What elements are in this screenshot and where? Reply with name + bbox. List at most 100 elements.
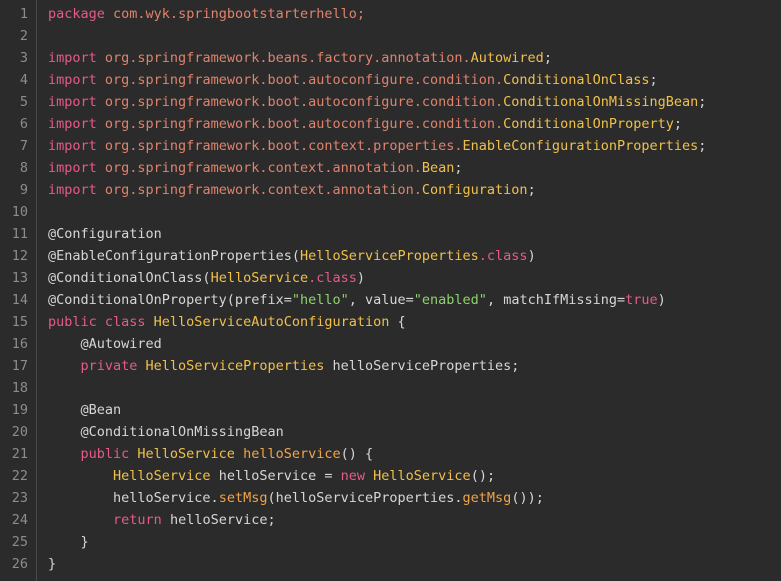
code-token: import: [48, 94, 97, 110]
code-token: helloService.: [48, 490, 219, 506]
code-token: springbootstarterhello;: [178, 6, 365, 22]
code-token: @Autowired: [48, 336, 162, 352]
code-text: import org.springframework.boot.autoconf…: [28, 91, 781, 113]
code-token: org.springframework.context.annotation.: [96, 160, 422, 176]
code-editor[interactable]: 1 package com.wyk.springbootstarterhello;…: [0, 0, 781, 581]
code-token: HelloService: [210, 270, 309, 286]
code-line[interactable]: 12 @EnableConfigurationProperties(HelloSe…: [0, 245, 781, 267]
code-line[interactable]: 11 @Configuration: [0, 223, 781, 245]
code-token: org.springframework.boot.autoconfigure.c…: [96, 94, 504, 110]
code-token: org.springframework.context.annotation.: [96, 182, 422, 198]
code-line[interactable]: 15 public class HelloServiceAutoConfigura…: [0, 311, 781, 333]
code-line[interactable]: 26}: [0, 553, 781, 575]
line-number: 7: [19, 138, 28, 154]
code-token: import: [48, 72, 97, 88]
code-token: , value=: [348, 292, 414, 308]
gutter-divider: [36, 0, 37, 581]
code-token: setMsg: [218, 490, 268, 506]
code-token: org.springframework.boot.context.propert…: [96, 138, 463, 154]
code-line[interactable]: 9 import org.springframework.context.anno…: [0, 179, 781, 201]
code-line[interactable]: 10: [0, 201, 781, 223]
code-token: @Bean: [48, 402, 122, 418]
code-line[interactable]: 22 HelloService helloService = new Hello…: [0, 465, 781, 487]
code-token: @ConditionalOnProperty(prefix=: [48, 292, 292, 308]
code-line[interactable]: 19 @Bean: [0, 399, 781, 421]
code-line[interactable]: 14 @ConditionalOnProperty(prefix="hello",…: [0, 289, 781, 311]
code-token: true: [625, 292, 658, 308]
code-text: @Bean: [28, 399, 781, 421]
code-token: new: [340, 468, 374, 484]
code-text: public HelloService helloService() {: [28, 443, 781, 465]
code-text: }: [28, 531, 781, 553]
code-token: helloService: [243, 446, 341, 462]
code-line[interactable]: 24 return helloService;: [0, 509, 781, 531]
code-line[interactable]: 23 helloService.setMsg(helloServicePrope…: [0, 487, 781, 509]
code-line[interactable]: 25 }: [0, 531, 781, 553]
code-token: ;: [673, 116, 682, 132]
code-text: helloService.setMsg(helloServiceProperti…: [28, 487, 781, 509]
line-number: 19: [11, 402, 28, 418]
code-token: @Configuration: [48, 226, 162, 242]
code-token: HelloServiceAutoConfiguration: [153, 314, 390, 330]
line-number: 6: [19, 116, 28, 132]
line-number: 15: [11, 314, 28, 330]
code-token: import: [48, 182, 97, 198]
code-token: Bean: [421, 160, 455, 176]
line-number: 22: [11, 468, 28, 484]
code-token: ): [527, 248, 536, 264]
code-line[interactable]: 21 public HelloService helloService() {: [0, 443, 781, 465]
line-number: 12: [11, 248, 28, 264]
code-line[interactable]: 7 import org.springframework.boot.context…: [0, 135, 781, 157]
line-number: 26: [11, 556, 28, 572]
code-line[interactable]: 18: [0, 377, 781, 399]
line-number: 17: [11, 358, 28, 374]
code-token: package: [48, 6, 105, 22]
code-line[interactable]: 5 import org.springframework.boot.autocon…: [0, 91, 781, 113]
code-token: import: [48, 138, 97, 154]
code-token: return: [113, 512, 162, 528]
code-line[interactable]: 6 import org.springframework.boot.autocon…: [0, 113, 781, 135]
code-token: ConditionalOnClass: [503, 72, 650, 88]
code-token: ConditionalOnMissingBean: [503, 94, 699, 110]
code-token: Autowired: [470, 50, 544, 66]
code-line[interactable]: 1 package com.wyk.springbootstarterhello;: [0, 3, 781, 25]
code-token: HelloService: [137, 446, 235, 462]
code-text: import org.springframework.beans.factory…: [28, 47, 781, 69]
line-number: 24: [11, 512, 28, 528]
code-text: }: [28, 553, 781, 575]
code-token: {: [389, 314, 406, 330]
code-token: private: [48, 358, 146, 374]
line-number: 21: [11, 446, 28, 462]
code-line[interactable]: 8 import org.springframework.context.anno…: [0, 157, 781, 179]
code-line[interactable]: 16 @Autowired: [0, 333, 781, 355]
code-token: getMsg: [462, 490, 512, 506]
line-number: 9: [19, 182, 28, 198]
code-token: ;: [454, 160, 463, 176]
code-line[interactable]: 13 @ConditionalOnClass(HelloService.class…: [0, 267, 781, 289]
line-number: 20: [11, 424, 28, 440]
code-line[interactable]: 17 private HelloServiceProperties helloS…: [0, 355, 781, 377]
code-token: .class: [478, 248, 528, 264]
code-token: ());: [511, 490, 544, 506]
line-number: 5: [19, 94, 28, 110]
code-line[interactable]: 3 import org.springframework.beans.factor…: [0, 47, 781, 69]
code-token: public: [48, 446, 138, 462]
code-token: ): [356, 270, 366, 286]
code-text: package com.wyk.springbootstarterhello;: [28, 3, 781, 25]
code-text: import org.springframework.boot.autoconf…: [28, 113, 781, 135]
code-text: import org.springframework.context.annot…: [28, 157, 781, 179]
code-token: HelloService: [113, 468, 211, 484]
code-line[interactable]: 20 @ConditionalOnMissingBean: [0, 421, 781, 443]
code-line[interactable]: 2: [0, 25, 781, 47]
code-line[interactable]: 4 import org.springframework.boot.autocon…: [0, 69, 781, 91]
code-token: HelloServiceProperties: [299, 248, 479, 264]
line-number: 18: [11, 380, 28, 396]
code-token: HelloServiceProperties: [145, 358, 325, 374]
code-token: (helloServiceProperties.: [267, 490, 463, 506]
line-number: 13: [11, 270, 28, 286]
line-number: 11: [11, 226, 28, 242]
line-number: 8: [19, 160, 28, 176]
